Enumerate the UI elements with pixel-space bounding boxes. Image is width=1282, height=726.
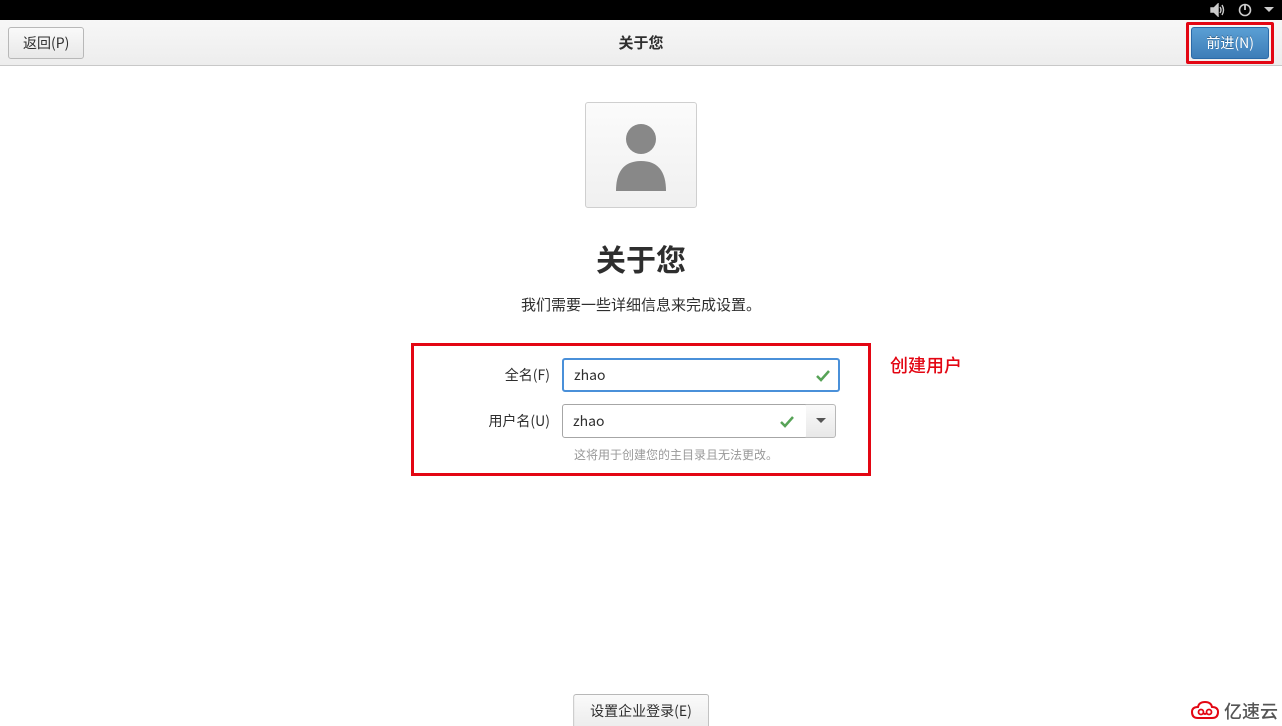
username-input[interactable]	[562, 404, 808, 438]
back-button[interactable]: 返回(P)	[8, 27, 84, 59]
fullname-label: 全名(F)	[432, 365, 562, 385]
fullname-input-group	[562, 358, 840, 392]
fullname-row: 全名(F)	[432, 358, 850, 392]
page-title: 关于您	[618, 32, 663, 53]
username-dropdown-button[interactable]	[806, 404, 836, 438]
avatar-picker[interactable]	[585, 102, 697, 208]
fullname-input[interactable]	[562, 358, 840, 392]
enterprise-login-button[interactable]: 设置企业登录(E)	[573, 694, 709, 726]
power-icon[interactable]	[1238, 3, 1252, 17]
system-top-bar	[0, 0, 1282, 20]
user-avatar-icon	[610, 119, 672, 191]
header-bar: 返回(P) 关于您 前进(N)	[0, 20, 1282, 66]
annotation-create-user: 创建用户	[890, 352, 962, 378]
username-input-group	[562, 404, 836, 438]
username-label: 用户名(U)	[432, 411, 562, 431]
menu-down-icon[interactable]	[1264, 7, 1274, 13]
main-content: 关于您 我们需要一些详细信息来完成设置。 全名(F) 用户名(U)	[0, 66, 1282, 476]
sub-heading: 我们需要一些详细信息来完成设置。	[521, 294, 761, 315]
check-icon	[816, 363, 830, 387]
chevron-down-icon	[816, 418, 826, 424]
forward-button[interactable]: 前进(N)	[1191, 27, 1269, 59]
check-icon	[780, 409, 794, 433]
forward-highlight-box: 前进(N)	[1186, 22, 1274, 64]
username-row: 用户名(U)	[432, 404, 850, 438]
watermark-text: 亿速云	[1224, 698, 1278, 724]
username-help-text: 这将用于创建您的主目录且无法更改。	[574, 446, 850, 463]
main-heading: 关于您	[596, 236, 686, 280]
watermark: 亿速云	[1190, 698, 1278, 724]
footer-button-wrapper: 设置企业登录(E)	[573, 694, 709, 726]
volume-icon[interactable]	[1210, 3, 1226, 17]
user-form-highlight: 全名(F) 用户名(U) 这将用	[411, 343, 871, 476]
cloud-logo-icon	[1190, 700, 1220, 722]
